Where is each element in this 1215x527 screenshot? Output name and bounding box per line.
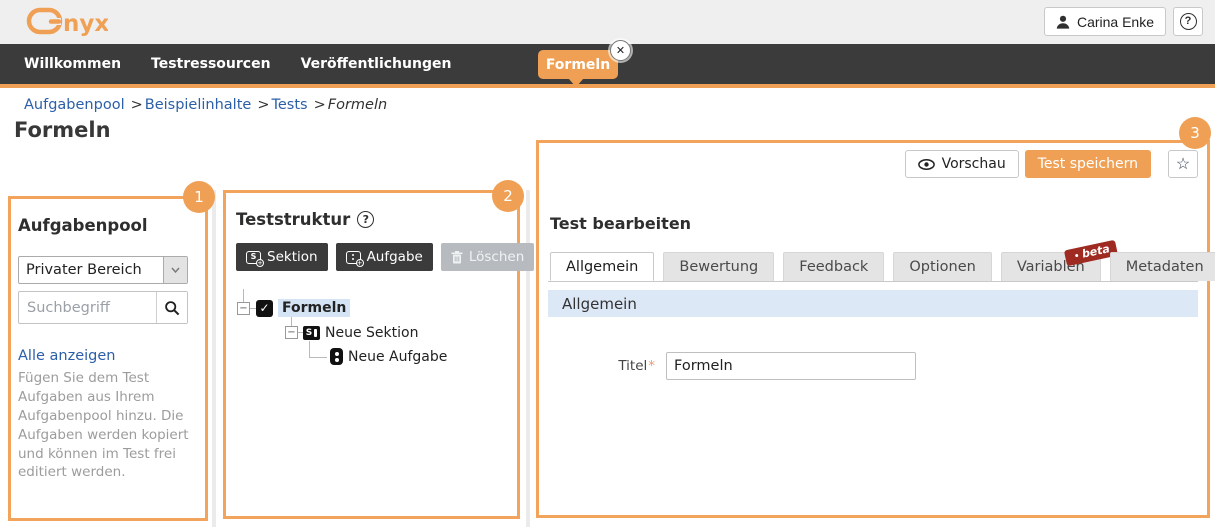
- page-title: Formeln: [14, 118, 111, 142]
- onyx-logo-icon: nyx: [26, 7, 108, 37]
- nav-item-testressourcen[interactable]: Testressourcen: [151, 56, 271, 72]
- tab-variablen[interactable]: Variablen beta: [1000, 239, 1118, 281]
- app-window: nyx Carina Enke ? Willkommen Testressour…: [0, 0, 1215, 527]
- pool-select-value: Privater Bereich: [26, 262, 142, 278]
- tree-toggle-root[interactable]: −: [237, 302, 250, 315]
- editor-heading: Test bearbeiten: [550, 214, 692, 233]
- main-nav: Willkommen Testressourcen Veröffentlichu…: [0, 40, 1215, 88]
- tree-connector: [309, 357, 327, 358]
- search-input[interactable]: [19, 299, 156, 316]
- tree-node-task[interactable]: Neue Aufgabe: [330, 348, 447, 365]
- teststruktur-panel: Teststruktur ? S + Sektion + Aufgabe Lös…: [223, 190, 535, 519]
- test-editor-panel: Vorschau Test speichern ☆ Test bearbeite…: [536, 140, 1215, 518]
- tab-optionen[interactable]: Optionen: [893, 252, 992, 281]
- titel-input[interactable]: [666, 352, 916, 380]
- tree-toggle-section[interactable]: −: [285, 326, 298, 339]
- user-button[interactable]: Carina Enke: [1043, 7, 1166, 36]
- step-badge-1: 1: [183, 181, 215, 213]
- nav-item-veroeffentlichungen[interactable]: Veröffentlichungen: [301, 56, 452, 72]
- tree-node-task-label: Neue Aufgabe: [348, 348, 448, 365]
- tree-node-root-label: Formeln: [278, 299, 351, 317]
- tab-allgemein[interactable]: Allgemein: [550, 252, 655, 281]
- top-header: nyx Carina Enke ?: [0, 0, 1215, 44]
- tab-metadaten[interactable]: Metadaten: [1109, 252, 1215, 281]
- titel-label: Titel*: [618, 358, 655, 374]
- titel-form-row: Titel*: [610, 352, 1198, 380]
- tree-node-section-label: Neue Sektion: [325, 325, 419, 341]
- tree-connector: [243, 289, 244, 302]
- tree-connector: [309, 341, 310, 357]
- breadcrumb-aufgabenpool[interactable]: Aufgabenpool: [24, 97, 125, 113]
- breadcrumb: Aufgabenpool > Beispielinhalte > Tests > Forme…: [24, 97, 387, 113]
- breadcrumb-separator: >: [130, 97, 143, 113]
- svg-text:nyx: nyx: [63, 11, 108, 37]
- step-badge-2: 2: [492, 180, 524, 212]
- open-tab-label: Formeln: [545, 56, 611, 73]
- tree-node-section[interactable]: S Neue Sektion: [303, 325, 418, 341]
- chevron-down-icon[interactable]: [163, 257, 187, 283]
- user-name: Carina Enke: [1076, 13, 1154, 30]
- column-divider: [212, 190, 216, 527]
- aufgabenpool-title: Aufgabenpool: [18, 216, 148, 235]
- star-icon: ☆: [1175, 156, 1191, 173]
- section-icon: S: [303, 326, 320, 340]
- breadcrumb-separator: >: [313, 97, 326, 113]
- test-check-icon: ✓: [256, 299, 273, 317]
- tab-feedback[interactable]: Feedback: [783, 252, 885, 281]
- breadcrumb-tests[interactable]: Tests: [271, 97, 307, 113]
- person-icon: [1056, 15, 1070, 29]
- editor-tabs: Allgemein Bewertung Feedback Optionen Va…: [548, 239, 1215, 282]
- nav-item-willkommen[interactable]: Willkommen: [24, 56, 121, 72]
- help-button[interactable]: ?: [1173, 7, 1203, 36]
- task-icon: [330, 348, 343, 365]
- section-header-allgemein: Allgemein: [548, 290, 1198, 317]
- breadcrumb-current: Formeln: [327, 97, 388, 113]
- test-structure-tree: − ✓ Formeln − S Neue Sektion Neue Aufgab…: [226, 193, 517, 516]
- eye-icon: [917, 158, 935, 170]
- onyx-logo: nyx: [26, 6, 108, 38]
- aufgabenpool-hint-text: Fügen Sie dem Test Aufgaben aus Ihrem Au…: [18, 370, 189, 481]
- search-icon[interactable]: [156, 292, 187, 323]
- aufgabenpool-panel: Aufgabenpool Privater Bereich Alle anzei…: [8, 196, 208, 521]
- step-badge-3: 3: [1179, 117, 1211, 149]
- tree-node-root[interactable]: ✓ Formeln: [256, 299, 351, 317]
- open-tab-formeln[interactable]: Formeln ✕: [538, 40, 631, 87]
- required-marker: *: [648, 358, 655, 374]
- column-divider: [526, 190, 530, 527]
- breadcrumb-separator: >: [257, 97, 270, 113]
- tab-bewertung[interactable]: Bewertung: [663, 252, 775, 281]
- test-speichern-button[interactable]: Test speichern: [1024, 150, 1151, 178]
- search-box: [18, 291, 188, 324]
- question-icon: ?: [1179, 13, 1197, 30]
- pool-select[interactable]: Privater Bereich: [18, 256, 188, 284]
- favorite-button[interactable]: ☆: [1168, 150, 1198, 178]
- close-icon[interactable]: ✕: [610, 40, 631, 61]
- show-all-link[interactable]: Alle anzeigen: [18, 348, 115, 364]
- vorschau-button-label: Vorschau: [941, 156, 1006, 172]
- breadcrumb-beispielinhalte[interactable]: Beispielinhalte: [145, 97, 252, 113]
- vorschau-button[interactable]: Vorschau: [904, 150, 1019, 178]
